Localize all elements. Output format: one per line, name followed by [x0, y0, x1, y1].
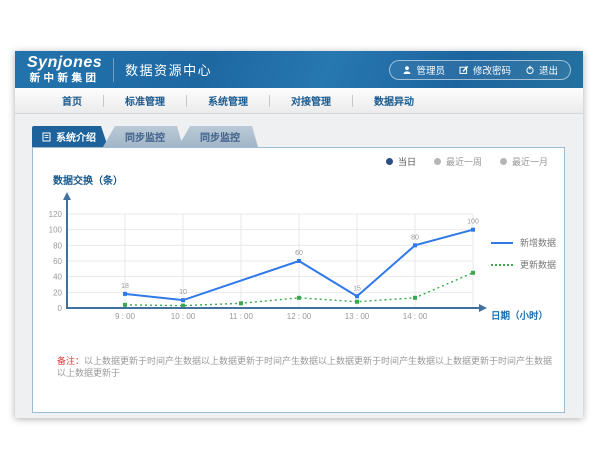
footnote: 备注：以上数据更新于时间产生数据以上数据更新于时间产生数据以上数据更新于时间产生… — [57, 356, 553, 379]
edit-icon — [459, 65, 469, 75]
svg-text:60: 60 — [295, 250, 303, 257]
svg-text:10 : 00: 10 : 00 — [171, 312, 196, 321]
svg-text:14 : 00: 14 : 00 — [403, 312, 428, 321]
nav-item-home[interactable]: 首页 — [41, 93, 103, 108]
user-menu: 管理员 修改密码 退出 — [389, 60, 571, 80]
logo-primary-text: Synjones — [27, 55, 102, 71]
main-nav: 首页 标准管理 系统管理 对接管理 数据异动 — [15, 88, 583, 114]
content-area: 系统介绍 同步监控 同步监控 当日 最近一周 — [15, 114, 583, 413]
legend-new-data[interactable]: 新增数据 — [491, 236, 556, 249]
user-icon — [402, 65, 412, 75]
svg-text:10: 10 — [179, 289, 187, 296]
logo-secondary-text: 新中新集团 — [30, 73, 100, 84]
tab-sync-monitor-1[interactable]: 同步监控 — [103, 126, 183, 147]
chart-legend: 新增数据 更新数据 — [491, 236, 556, 271]
chart-panel: 当日 最近一周 最近一月 数据交换（条） 0 20 40 60 80 100 120 9 : … — [32, 147, 565, 413]
radio-dot — [434, 158, 441, 165]
logout-button[interactable]: 退出 — [525, 63, 558, 77]
svg-text:120: 120 — [49, 210, 63, 219]
svg-text:15: 15 — [353, 285, 361, 292]
nav-item-interface-mgmt[interactable]: 对接管理 — [270, 93, 352, 108]
user-menu-admin[interactable]: 管理员 — [402, 63, 445, 77]
filter-last-month[interactable]: 最近一月 — [500, 155, 548, 168]
svg-text:100: 100 — [49, 226, 63, 235]
app-window: Synjones 新中新集团 数据资源中心 管理员 修改密码 — [15, 51, 583, 418]
document-icon — [42, 132, 51, 142]
svg-text:11 : 00: 11 : 00 — [229, 312, 253, 321]
nav-item-data-change[interactable]: 数据异动 — [353, 93, 435, 108]
svg-text:80: 80 — [411, 234, 419, 241]
legend-updated-data[interactable]: 更新数据 — [491, 258, 556, 271]
svg-text:18: 18 — [121, 283, 129, 290]
svg-text:80: 80 — [53, 241, 62, 250]
tab-sync-monitor-2[interactable]: 同步监控 — [178, 126, 258, 147]
tab-bar: 系统介绍 同步监控 同步监控 — [32, 126, 566, 147]
radio-dot — [386, 158, 393, 165]
header-divider — [113, 58, 114, 82]
page-title: 数据资源中心 — [125, 60, 212, 79]
power-icon — [525, 65, 535, 75]
footnote-prefix: 备注： — [57, 356, 84, 366]
y-axis-title: 数据交换（条） — [53, 172, 123, 187]
svg-text:60: 60 — [53, 257, 62, 266]
footnote-text: 以上数据更新于时间产生数据以上数据更新于时间产生数据以上数据更新于时间产生数据以… — [57, 356, 552, 378]
legend-line-solid — [491, 242, 513, 244]
nav-item-standard-mgmt[interactable]: 标准管理 — [104, 93, 186, 108]
svg-text:12 : 00: 12 : 00 — [287, 312, 312, 321]
svg-text:日期（小时）: 日期（小时） — [491, 310, 548, 322]
filter-today[interactable]: 当日 — [386, 155, 416, 168]
svg-text:100: 100 — [467, 219, 479, 226]
time-range-filters: 当日 最近一周 最近一月 — [386, 155, 548, 168]
logo: Synjones 新中新集团 — [27, 55, 102, 84]
radio-dot — [500, 158, 507, 165]
svg-text:9 : 00: 9 : 00 — [115, 312, 136, 321]
filter-last-week[interactable]: 最近一周 — [434, 155, 482, 168]
svg-text:13 : 00: 13 : 00 — [345, 312, 370, 321]
svg-text:40: 40 — [53, 273, 62, 282]
nav-item-system-mgmt[interactable]: 系统管理 — [187, 93, 269, 108]
svg-text:0: 0 — [58, 304, 63, 313]
line-chart: 0 20 40 60 80 100 120 9 : 00 10 : 00 11 : 00 12 : … — [43, 188, 551, 328]
tab-system-intro[interactable]: 系统介绍 — [32, 126, 108, 147]
svg-text:20: 20 — [53, 288, 62, 297]
change-password-button[interactable]: 修改密码 — [459, 63, 511, 77]
header: Synjones 新中新集团 数据资源中心 管理员 修改密码 — [15, 51, 583, 88]
legend-line-dotted — [491, 264, 513, 266]
